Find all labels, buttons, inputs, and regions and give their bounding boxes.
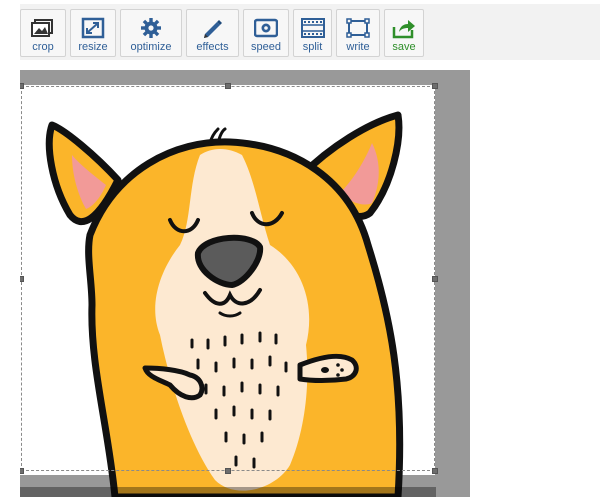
split-button[interactable]: split xyxy=(293,9,332,57)
effects-button[interactable]: effects xyxy=(186,9,239,57)
crop-label: crop xyxy=(32,41,54,53)
image-workspace[interactable] xyxy=(20,70,470,497)
speed-button[interactable]: speed xyxy=(243,9,289,57)
pencil-icon xyxy=(203,20,222,38)
crop-handle-top-right[interactable] xyxy=(432,83,438,89)
crop-handle-top-left[interactable] xyxy=(20,83,24,89)
resize-button[interactable]: resize xyxy=(70,9,116,57)
speed-label: speed xyxy=(251,41,281,53)
write-label: write xyxy=(346,41,370,53)
save-label: save xyxy=(392,41,416,53)
editor-toolbar: crop resize optimize effects speed split… xyxy=(20,4,600,60)
gear-icon xyxy=(141,18,161,38)
split-label: split xyxy=(302,41,323,53)
crop-image-icon xyxy=(31,19,53,37)
save-button[interactable]: save xyxy=(384,9,424,57)
write-button[interactable]: write xyxy=(336,9,380,57)
crop-handle-right[interactable] xyxy=(432,276,438,282)
crop-button[interactable]: crop xyxy=(20,9,66,57)
text-frame-icon xyxy=(346,18,370,38)
resize-arrows-icon xyxy=(81,17,105,39)
play-speed-icon xyxy=(254,18,278,38)
optimize-label: optimize xyxy=(130,41,172,53)
crop-handle-bottom-right[interactable] xyxy=(432,468,438,474)
optimize-button[interactable]: optimize xyxy=(120,9,182,57)
crop-handle-top[interactable] xyxy=(225,83,231,89)
film-strip-icon xyxy=(300,18,325,38)
crop-handle-left[interactable] xyxy=(20,276,24,282)
crop-handle-bottom[interactable] xyxy=(225,468,231,474)
effects-label: effects xyxy=(196,41,229,53)
corgi-sticker-image xyxy=(20,85,470,497)
resize-label: resize xyxy=(78,41,108,53)
crop-handle-bottom-left[interactable] xyxy=(20,468,24,474)
save-export-icon xyxy=(392,20,415,39)
